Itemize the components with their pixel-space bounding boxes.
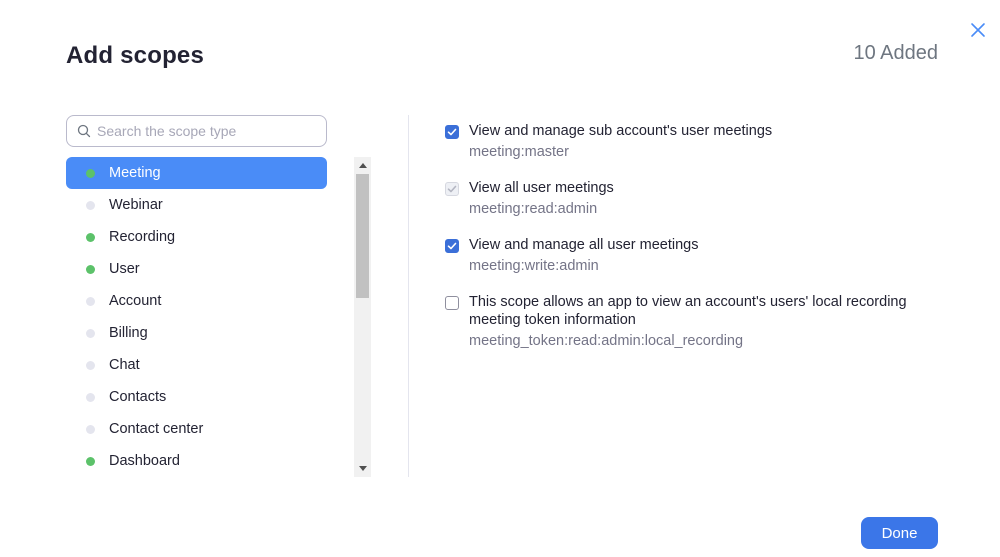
status-dot-icon — [86, 328, 95, 338]
permission-title: View and manage all user meetings — [469, 237, 699, 253]
permission-title: This scope allows an app to view an acco… — [469, 294, 907, 328]
scope-type-label: Contact center — [109, 421, 204, 437]
permission-title: View and manage sub account's user meeti… — [469, 123, 773, 139]
scope-type-label: Contacts — [109, 389, 167, 405]
added-count: 10 Added — [853, 42, 938, 64]
dialog-title: Add scopes — [66, 42, 205, 69]
scroll-down-arrow-icon[interactable] — [354, 460, 371, 477]
check-icon — [447, 185, 457, 193]
scope-type-list: Meeting Webinar Recording User Account Billin… — [66, 157, 327, 477]
search-icon — [77, 124, 91, 138]
permission-scope-id: meeting_token:read:admin:local_recording — [469, 333, 744, 349]
scope-type-item[interactable]: Contacts — [66, 381, 327, 413]
check-icon — [447, 128, 457, 136]
status-dot-icon — [86, 296, 95, 306]
scope-type-item[interactable]: Dashboard — [66, 445, 327, 477]
permission-text: View and manage sub account's user meeti… — [469, 122, 772, 161]
permission-checkbox[interactable] — [445, 296, 459, 310]
scope-type-label: Billing — [109, 325, 148, 341]
permission-checkbox[interactable] — [445, 125, 459, 139]
panel-divider — [408, 115, 409, 477]
status-dot-icon — [86, 264, 95, 274]
scope-type-item[interactable]: Billing — [66, 317, 327, 349]
scope-type-item[interactable]: Contact center — [66, 413, 327, 445]
status-dot-icon — [86, 424, 95, 434]
scope-type-label: Meeting — [109, 165, 161, 181]
scope-type-item[interactable]: Meeting — [66, 157, 327, 189]
close-button[interactable] — [968, 20, 988, 40]
scope-type-label: Chat — [109, 357, 140, 373]
close-icon — [971, 23, 985, 37]
scope-type-item[interactable]: Recording — [66, 221, 327, 253]
done-button[interactable]: Done — [861, 517, 938, 549]
check-icon — [447, 242, 457, 250]
scope-type-label: Account — [109, 293, 162, 309]
permission-title: View all user meetings — [469, 180, 614, 196]
permission-item: View and manage all user meetings meeting… — [445, 236, 935, 275]
scope-type-item[interactable]: Chat — [66, 349, 327, 381]
scroll-thumb[interactable] — [356, 174, 369, 298]
scroll-up-arrow-icon[interactable] — [354, 157, 371, 174]
permission-scope-id: meeting:write:admin — [469, 258, 599, 274]
scope-type-item[interactable]: Account — [66, 285, 327, 317]
scope-list-scrollbar[interactable] — [354, 157, 371, 477]
scope-type-label: User — [109, 261, 140, 277]
status-dot-icon — [86, 392, 95, 402]
permission-checkbox — [445, 182, 459, 196]
status-dot-icon — [86, 456, 95, 466]
permission-list: View and manage sub account's user meeti… — [445, 122, 935, 368]
status-dot-icon — [86, 200, 95, 210]
permission-item: View all user meetings meeting:read:admin — [445, 179, 935, 218]
permission-text: View all user meetings meeting:read:admin — [469, 179, 614, 218]
status-dot-icon — [86, 168, 95, 178]
permission-item: This scope allows an app to view an acco… — [445, 293, 935, 350]
scope-type-item[interactable]: User — [66, 253, 327, 285]
search-box[interactable] — [66, 115, 327, 147]
search-input[interactable] — [97, 117, 326, 145]
scope-type-item[interactable]: Webinar — [66, 189, 327, 221]
permission-checkbox[interactable] — [445, 239, 459, 253]
permission-item: View and manage sub account's user meeti… — [445, 122, 935, 161]
status-dot-icon — [86, 360, 95, 370]
add-scopes-dialog: Add scopes 10 Added Meeting Webinar Record… — [0, 0, 1000, 557]
scope-type-label: Dashboard — [109, 453, 180, 469]
scope-type-label: Recording — [109, 229, 176, 245]
permission-scope-id: meeting:master — [469, 144, 569, 160]
status-dot-icon — [86, 232, 95, 242]
permission-text: View and manage all user meetings meeting… — [469, 236, 698, 275]
permission-text: This scope allows an app to view an acco… — [469, 293, 935, 350]
permission-scope-id: meeting:read:admin — [469, 201, 598, 217]
scope-type-label: Webinar — [109, 197, 163, 213]
